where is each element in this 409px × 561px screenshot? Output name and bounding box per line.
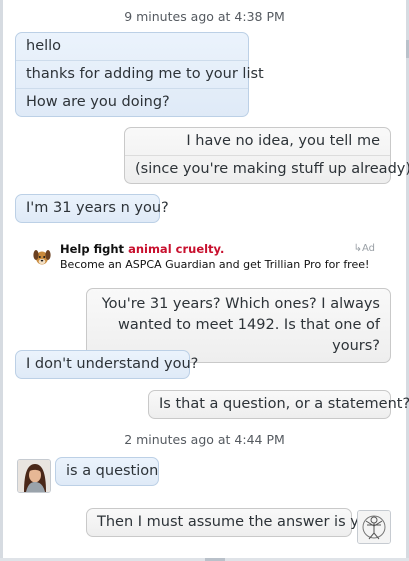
sponsored-ad[interactable]: Help fight animal cruelty. Become an ASP… bbox=[32, 240, 377, 276]
message-line: How are you doing? bbox=[16, 88, 248, 116]
message-line: I have no idea, you tell me bbox=[186, 133, 380, 149]
message-line: Then I must assume the answer is yes. bbox=[97, 514, 380, 530]
ad-subtitle[interactable]: Become an ASPCA Guardian and get Trillia… bbox=[60, 258, 369, 271]
outgoing-message-bubble[interactable]: I have no idea, you tell me (since you'r… bbox=[124, 127, 409, 184]
dog-icon bbox=[32, 248, 52, 266]
message-line: Is that a question, or a statement? bbox=[159, 396, 409, 412]
ad-title-highlight: animal cruelty. bbox=[128, 242, 225, 256]
outgoing-message-bubble[interactable]: Is that a question, or a statement? bbox=[148, 390, 409, 419]
message-line: I don't understand you? bbox=[26, 356, 199, 372]
message-line: (since you're making stuff up already) bbox=[125, 155, 409, 183]
incoming-message-bubble[interactable]: hello thanks for adding me to your list … bbox=[15, 32, 264, 117]
incoming-message-bubble[interactable]: I don't understand you? bbox=[15, 350, 199, 379]
ad-title-prefix: Help fight bbox=[60, 242, 125, 256]
message-line: is a question bbox=[66, 463, 159, 479]
message-line: hello bbox=[26, 38, 62, 54]
message-timestamp: 2 minutes ago at 4:44 PM bbox=[124, 432, 285, 447]
incoming-message-bubble[interactable]: I'm 31 years n you? bbox=[15, 194, 169, 223]
ad-label: ↳Ad bbox=[353, 243, 375, 254]
message-line: I'm 31 years n you? bbox=[26, 200, 169, 216]
ad-title[interactable]: Help fight animal cruelty. bbox=[60, 242, 224, 256]
window-left-edge bbox=[0, 0, 3, 561]
incoming-message-bubble[interactable]: is a question bbox=[55, 457, 159, 486]
outgoing-message-bubble[interactable]: Then I must assume the answer is yes. bbox=[86, 508, 380, 537]
message-timestamp: 9 minutes ago at 4:38 PM bbox=[124, 9, 285, 24]
contact-avatar[interactable] bbox=[17, 459, 51, 493]
self-avatar[interactable] bbox=[357, 510, 391, 544]
message-line: thanks for adding me to your list bbox=[16, 60, 264, 88]
ad-marker-icon: ↳ bbox=[353, 243, 362, 254]
